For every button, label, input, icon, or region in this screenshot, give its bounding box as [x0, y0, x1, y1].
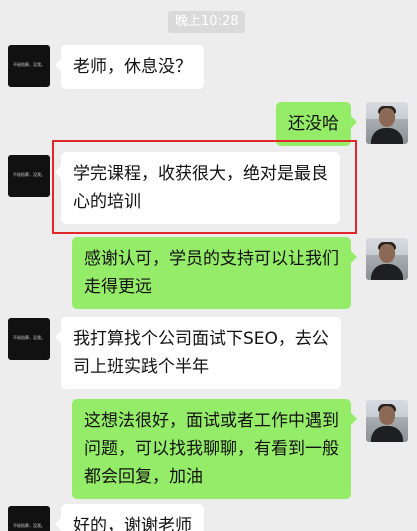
incoming-message-bubble[interactable]: 老师，休息没？	[55, 45, 204, 89]
message-line: 走得更远	[84, 277, 152, 297]
message-line: 还没哈	[288, 114, 339, 134]
user-avatar-body	[371, 128, 403, 144]
user-avatar[interactable]	[366, 238, 408, 280]
message-line: 问题，可以找我聊聊，有看到一般	[84, 439, 339, 459]
message-line: 好的，谢谢老师	[73, 516, 192, 531]
user-avatar-face	[379, 406, 395, 425]
outgoing-message-bubble[interactable]: 感谢认可，学员的支持可以让我们 走得更远	[72, 237, 357, 309]
message-line: 这想法很好，面试或者工作中遇到	[84, 411, 339, 431]
incoming-message-bubble[interactable]: 我打算找个公司面试下SEO，去公 司上班实践个半年	[55, 317, 341, 389]
contact-avatar[interactable]: 不秘陪葬，没我。	[8, 506, 50, 531]
contact-avatar-text: 不秘陪葬，没我。	[13, 523, 45, 528]
contact-avatar-text: 不秘陪葬，没我。	[13, 172, 45, 177]
message-line: 感谢认可，学员的支持可以让我们	[84, 249, 339, 269]
contact-avatar[interactable]: 不秘陪葬，没我。	[8, 45, 50, 87]
message-line: 都会回复，加油	[84, 467, 203, 487]
user-avatar[interactable]	[366, 102, 408, 144]
contact-avatar[interactable]: 不秘陪葬，没我。	[8, 155, 50, 197]
message-line: 老师，休息没？	[73, 57, 192, 77]
user-avatar-body	[371, 264, 403, 280]
message-line: 司上班实践个半年	[73, 357, 209, 377]
incoming-message-bubble[interactable]: 好的，谢谢老师	[55, 504, 204, 531]
user-avatar[interactable]	[366, 400, 408, 442]
user-avatar-face	[379, 244, 395, 263]
user-avatar-face	[379, 108, 395, 127]
contact-avatar-text: 不秘陪葬，没我。	[13, 62, 45, 67]
chat-timestamp: 晚上10:28	[168, 11, 246, 33]
user-avatar-body	[371, 426, 403, 442]
outgoing-message-bubble[interactable]: 这想法很好，面试或者工作中遇到 问题，可以找我聊聊，有看到一般 都会回复，加油	[72, 399, 357, 499]
contact-avatar[interactable]: 不秘陪葬，没我。	[8, 318, 50, 360]
highlight-box	[52, 140, 357, 234]
message-line: 我打算找个公司面试下SEO，去公	[73, 329, 329, 349]
contact-avatar-text: 不秘陪葬，没我。	[13, 335, 45, 340]
